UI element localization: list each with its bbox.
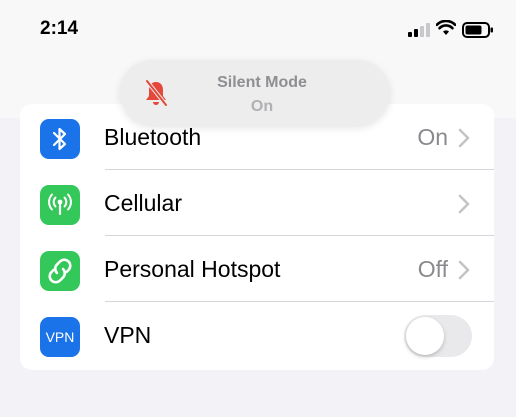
vpn-toggle[interactable] [404,315,472,357]
row-label: Personal Hotspot [104,256,281,282]
hotspot-link-icon [40,251,80,291]
bell-slash-icon [145,79,168,107]
vpn-icon-text: VPN [45,329,75,345]
vpn-icon: VPN [40,317,80,357]
toggle-knob [406,317,444,355]
chevron-right-icon [458,128,470,148]
wifi-icon [436,20,456,35]
chevron-right-icon [458,194,470,214]
settings-row-vpn: VPN VPN [20,302,494,368]
bluetooth-icon [40,119,80,159]
cellular-signal-icon [408,23,430,37]
settings-row-cellular[interactable]: Cellular [20,170,494,236]
row-label: Cellular [104,190,182,216]
status-time: 2:14 [40,18,79,39]
chevron-right-icon [458,260,470,280]
battery-icon [462,22,493,38]
banner-subtitle: On [250,98,274,115]
silent-mode-banner: Silent Mode On [120,60,390,126]
settings-group: Bluetooth On Cellular Personal Hotspot O… [20,104,494,370]
row-value: Off [417,256,448,282]
row-value: On [417,124,448,150]
row-label: VPN [104,322,152,348]
cellular-antenna-icon [40,185,80,225]
banner-title: Silent Mode [217,74,307,91]
settings-row-personal-hotspot[interactable]: Personal Hotspot Off [20,236,494,302]
row-label: Bluetooth [104,124,202,150]
